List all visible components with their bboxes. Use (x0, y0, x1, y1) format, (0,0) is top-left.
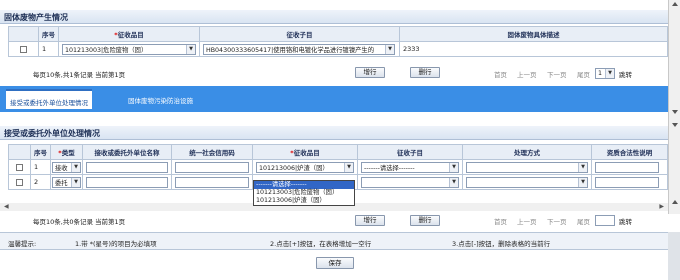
select-all-header (8, 26, 39, 42)
col-index: 序号 (30, 144, 51, 160)
item-dropdown-list[interactable]: -------请选择------- 101213003|危险废物（固） 1012… (253, 180, 355, 206)
col-subitem: 征收子目 (357, 144, 463, 160)
hint-tip-2: 2.点击[+]按钮，在表格增加一空行 (270, 240, 372, 248)
tab-bar: 接受或委托外单位处理情况 固体废物污染防治设施 (0, 86, 668, 112)
table-row: 1 接收 ▼ 101213006|炉渣（固） ▼ -------请选择-------… (8, 159, 668, 175)
chevron-down-icon: ▼ (578, 177, 587, 187)
qualification-input[interactable] (595, 176, 659, 188)
chevron-down-icon: ▼ (71, 162, 80, 172)
chevron-down-icon: ▼ (71, 177, 80, 187)
item-select[interactable]: 101213006|炉渣（固） ▼ (256, 161, 354, 173)
dropdown-option[interactable]: -------请选择------- (254, 181, 354, 189)
col-item: *征收品目 (58, 26, 200, 42)
col-desc: 固体废物具体描述 (399, 26, 668, 42)
section2-title: 接受或委托外单位处理情况 (0, 126, 668, 140)
col-type: *类型 (50, 144, 83, 160)
first-page-link[interactable]: 首页 (494, 216, 507, 226)
dropdown-option[interactable]: 101213003|危险废物（固） (254, 189, 354, 197)
next-page-link[interactable]: 下一页 (547, 216, 567, 226)
col-index: 序号 (38, 26, 59, 42)
vertical-scrollbar-lower[interactable] (668, 118, 680, 214)
chevron-down-icon: ▼ (449, 162, 458, 172)
subitem-select[interactable]: ▼ (361, 176, 459, 188)
prev-page-link[interactable]: 上一页 (517, 69, 537, 79)
add-row-button[interactable]: 增行 (355, 215, 385, 226)
type-select[interactable]: 委托 ▼ (52, 176, 81, 188)
scroll-down-icon[interactable] (672, 110, 678, 114)
chevron-down-icon: ▼ (578, 162, 587, 172)
waste-table: 序号 *征收品目 征收子目 固体废物具体描述 1 101213003|危险废物（… (8, 26, 668, 57)
tab-outsourced-handling[interactable]: 接受或委托外单位处理情况 (6, 89, 92, 109)
desc-cell[interactable]: 2333 (399, 41, 668, 57)
section-solid-waste: 固体废物产生情况 序号 *征收品目 征收子目 固体废物具体描述 1 101213… (0, 0, 680, 86)
type-select[interactable]: 接收 ▼ (52, 161, 81, 173)
add-row-button[interactable]: 增行 (355, 67, 385, 78)
col-credit-code: 统一社会信用码 (171, 144, 253, 160)
chevron-down-icon: ▼ (605, 69, 614, 78)
col-qualification: 资质合法性说明 (591, 144, 668, 160)
pager-info: 每页10条,共1条记录 当前第1页 (33, 71, 126, 79)
row-checkbox[interactable] (16, 178, 23, 186)
credit-code-input[interactable] (175, 176, 249, 188)
scroll-up-icon[interactable] (672, 2, 678, 6)
page-input[interactable] (595, 215, 615, 226)
col-item: *征收品目 (252, 144, 358, 160)
delete-row-button[interactable]: 删行 (410, 67, 440, 78)
last-page-link[interactable]: 尾页 (577, 69, 590, 79)
hint-tip-3: 3.点击[-]按钮，删除表格的当前行 (452, 240, 551, 248)
footer: 保存 (0, 250, 668, 280)
select-all-header (8, 144, 31, 160)
item-select[interactable]: 101213003|危险废物（固） ▼ (62, 43, 196, 55)
subitem-select[interactable]: HB04300333605417|使用铬和电镀化学品进行镀镍产生的 ▼ (203, 43, 395, 55)
scroll-up-icon[interactable] (672, 200, 678, 204)
scroll-down-icon[interactable] (672, 123, 678, 127)
chevron-down-icon: ▼ (186, 44, 195, 54)
qualification-input[interactable] (595, 161, 659, 173)
row-checkbox[interactable] (16, 163, 23, 171)
save-button[interactable]: 保存 (316, 257, 354, 269)
hint-tip-1: 1.带 *(星号)的项目为必填项 (75, 240, 157, 248)
pager-info: 每页10条,共0条记录 当前第1页 (33, 218, 126, 226)
scroll-right-icon[interactable]: ▶ (659, 203, 664, 210)
pager2: 每页10条,共0条记录 当前第1页 增行 删行 首页 上一页 下一页 尾页 跳转 (0, 212, 668, 232)
col-subitem: 征收子目 (199, 26, 400, 42)
vertical-scrollbar[interactable] (668, 0, 680, 118)
col-unit-name: 接收或委托外单位名称 (82, 144, 172, 160)
jump-link[interactable]: 跳转 (619, 69, 632, 79)
chevron-down-icon: ▼ (344, 162, 353, 172)
prev-page-link[interactable]: 上一页 (517, 216, 537, 226)
dropdown-option[interactable]: 101213006|炉渣（固） (254, 197, 354, 205)
row-index: 1 (38, 41, 59, 57)
next-page-link[interactable]: 下一页 (547, 69, 567, 79)
unit-name-input[interactable] (86, 176, 168, 188)
method-select[interactable]: ▼ (466, 176, 588, 188)
jump-link[interactable]: 跳转 (619, 216, 632, 226)
delete-row-button[interactable]: 删行 (410, 215, 440, 226)
first-page-link[interactable]: 首页 (494, 69, 507, 79)
unit-name-input[interactable] (86, 161, 168, 173)
page-select[interactable]: 1 ▼ (595, 68, 615, 79)
last-page-link[interactable]: 尾页 (577, 216, 590, 226)
pager1: 每页10条,共1条记录 当前第1页 增行 删行 首页 上一页 下一页 尾页 1 ▼… (0, 66, 668, 80)
hint-label: 温馨提示: (8, 240, 37, 248)
hint-bar: 温馨提示: 1.带 *(星号)的项目为必填项 2.点击[+]按钮，在表格增加一空… (0, 232, 668, 250)
table-row: 1 101213003|危险废物（固） ▼ HB04300333605417|使用… (8, 41, 668, 57)
section1-title: 固体废物产生情况 (0, 10, 668, 24)
col-method: 处理方式 (462, 144, 592, 160)
row-checkbox[interactable] (20, 45, 27, 53)
scroll-left-icon[interactable]: ◀ (4, 203, 9, 210)
row-index: 2 (30, 174, 51, 190)
row-index: 1 (30, 159, 51, 175)
subitem-select[interactable]: -------请选择------- ▼ (361, 161, 459, 173)
chevron-down-icon: ▼ (385, 44, 394, 54)
tab-pollution-facilities[interactable]: 固体废物污染防治设施 (124, 89, 197, 109)
method-select[interactable]: ▼ (466, 161, 588, 173)
chevron-down-icon: ▼ (449, 177, 458, 187)
credit-code-input[interactable] (175, 161, 249, 173)
